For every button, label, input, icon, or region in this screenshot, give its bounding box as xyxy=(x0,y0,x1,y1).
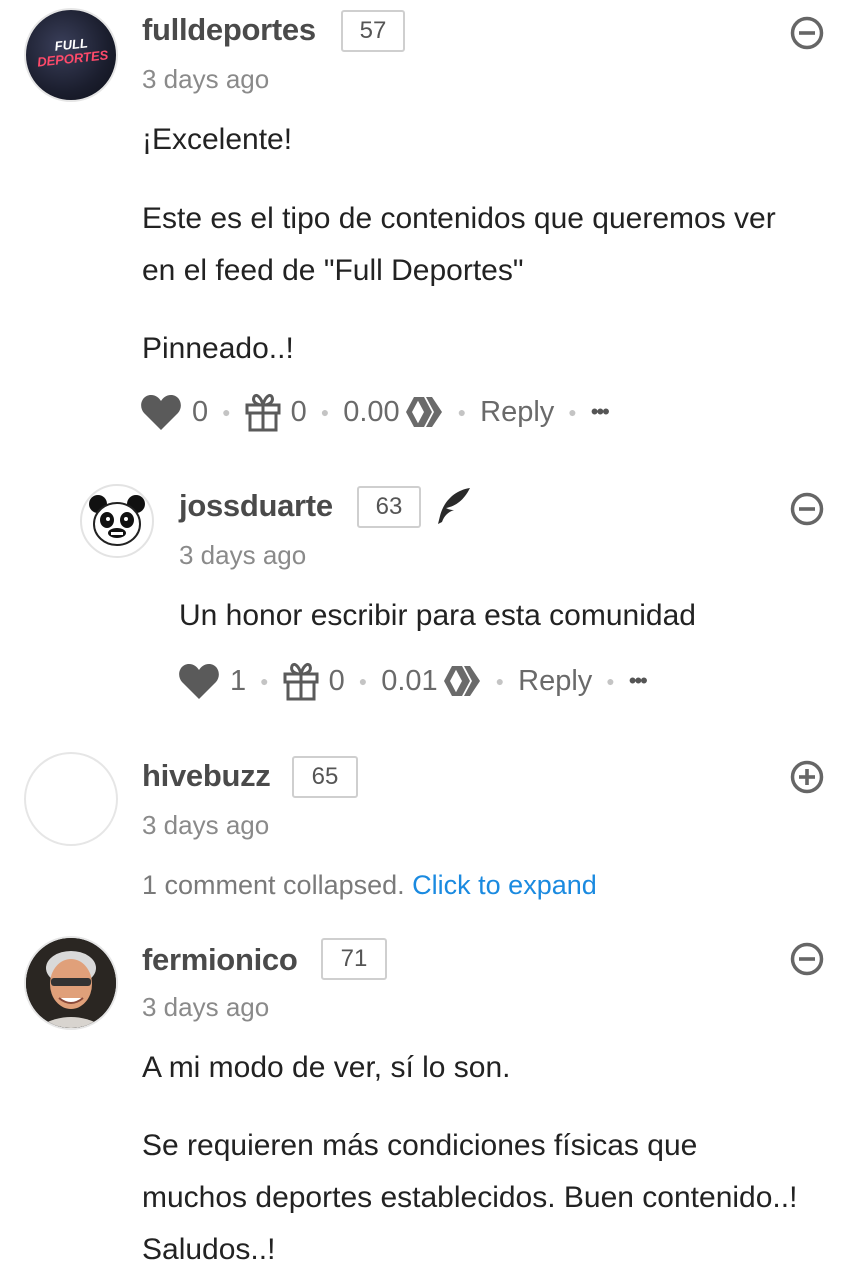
payout-value[interactable]: 0.00 xyxy=(343,396,399,429)
expand-plus-icon[interactable] xyxy=(790,760,824,794)
username[interactable]: fermionico xyxy=(142,942,298,978)
comment-fermionico: fermionico 71 3 days ago A mi modo de ve… xyxy=(0,928,849,1280)
reputation-badge: 63 xyxy=(357,486,421,528)
gift-count: 0 xyxy=(290,395,307,428)
vote-count: 1 xyxy=(230,664,247,697)
comment-paragraph: A mi modo de ver, sí lo son. xyxy=(142,1051,511,1084)
gift-count: 0 xyxy=(328,664,345,697)
collapse-minus-icon[interactable] xyxy=(790,16,824,50)
separator: ● xyxy=(457,404,467,420)
username[interactable]: hivebuzz xyxy=(142,758,271,794)
comment-actions: 0 ● 0 ● 0.00 ● Reply ● ••• xyxy=(140,390,610,434)
comment-paragraph: Pinneado..! xyxy=(142,332,294,365)
more-options-button[interactable]: ••• xyxy=(629,668,648,694)
heart-icon[interactable] xyxy=(178,661,220,701)
gift-icon[interactable] xyxy=(245,392,281,432)
panda-avatar-icon xyxy=(89,495,145,546)
hive-logo-icon xyxy=(443,666,480,696)
reputation-badge: 65 xyxy=(292,756,358,798)
comment-fulldeportes: FULL DEPORTES fulldeportes 57 3 days ago… xyxy=(0,0,849,450)
separator: ● xyxy=(260,673,269,689)
timestamp[interactable]: 3 days ago xyxy=(142,810,269,841)
heart-icon[interactable] xyxy=(140,392,182,432)
separator: ● xyxy=(606,673,615,689)
separator: ● xyxy=(222,404,231,420)
comment-paragraph: Se requieren más condiciones físicas que… xyxy=(142,1129,798,1266)
vote-count: 0 xyxy=(192,395,209,428)
collapsed-text: 1 comment collapsed. xyxy=(142,870,405,900)
reputation-badge: 57 xyxy=(341,10,405,52)
avatar[interactable] xyxy=(24,752,118,846)
payout-value[interactable]: 0.01 xyxy=(381,665,437,698)
feather-icon xyxy=(438,488,470,524)
username[interactable]: fulldeportes xyxy=(142,12,316,48)
hive-logo-icon xyxy=(405,397,442,427)
avatar[interactable]: FULL DEPORTES xyxy=(24,8,118,102)
comment-jossduarte: jossduarte 63 3 days ago Un honor escrib… xyxy=(0,470,849,730)
comment-actions: 1 ● 0 ● 0.01 ● Reply ● ••• xyxy=(178,659,648,703)
timestamp[interactable]: 3 days ago xyxy=(142,64,269,95)
collapse-minus-icon[interactable] xyxy=(790,492,824,526)
collapse-minus-icon[interactable] xyxy=(790,942,824,976)
avatar[interactable] xyxy=(80,484,154,558)
gift-icon[interactable] xyxy=(283,661,319,701)
collapsed-notice: 1 comment collapsed. Click to expand xyxy=(142,870,597,901)
more-options-button[interactable]: ••• xyxy=(591,399,610,425)
reputation-badge: 71 xyxy=(321,938,387,980)
timestamp[interactable]: 3 days ago xyxy=(142,992,269,1023)
separator: ● xyxy=(320,404,330,420)
reply-button[interactable]: Reply xyxy=(518,665,592,698)
profile-photo-icon xyxy=(26,938,116,1028)
separator: ● xyxy=(358,673,368,689)
comment-hivebuzz: hivebuzz 65 3 days ago 1 comment collaps… xyxy=(0,740,849,920)
comment-paragraph: Este es el tipo de contenidos que querem… xyxy=(142,202,776,287)
separator: ● xyxy=(495,673,505,689)
reply-button[interactable]: Reply xyxy=(480,396,554,429)
comment-paragraph: ¡Excelente! xyxy=(142,123,293,156)
username[interactable]: jossduarte xyxy=(179,488,333,524)
avatar-logo: FULL DEPORTES xyxy=(36,35,109,70)
timestamp[interactable]: 3 days ago xyxy=(179,540,306,571)
avatar[interactable] xyxy=(24,936,118,1030)
separator: ● xyxy=(568,404,577,420)
comment-paragraph: Un honor escribir para esta comunidad xyxy=(179,599,696,632)
expand-link[interactable]: Click to expand xyxy=(412,870,597,900)
